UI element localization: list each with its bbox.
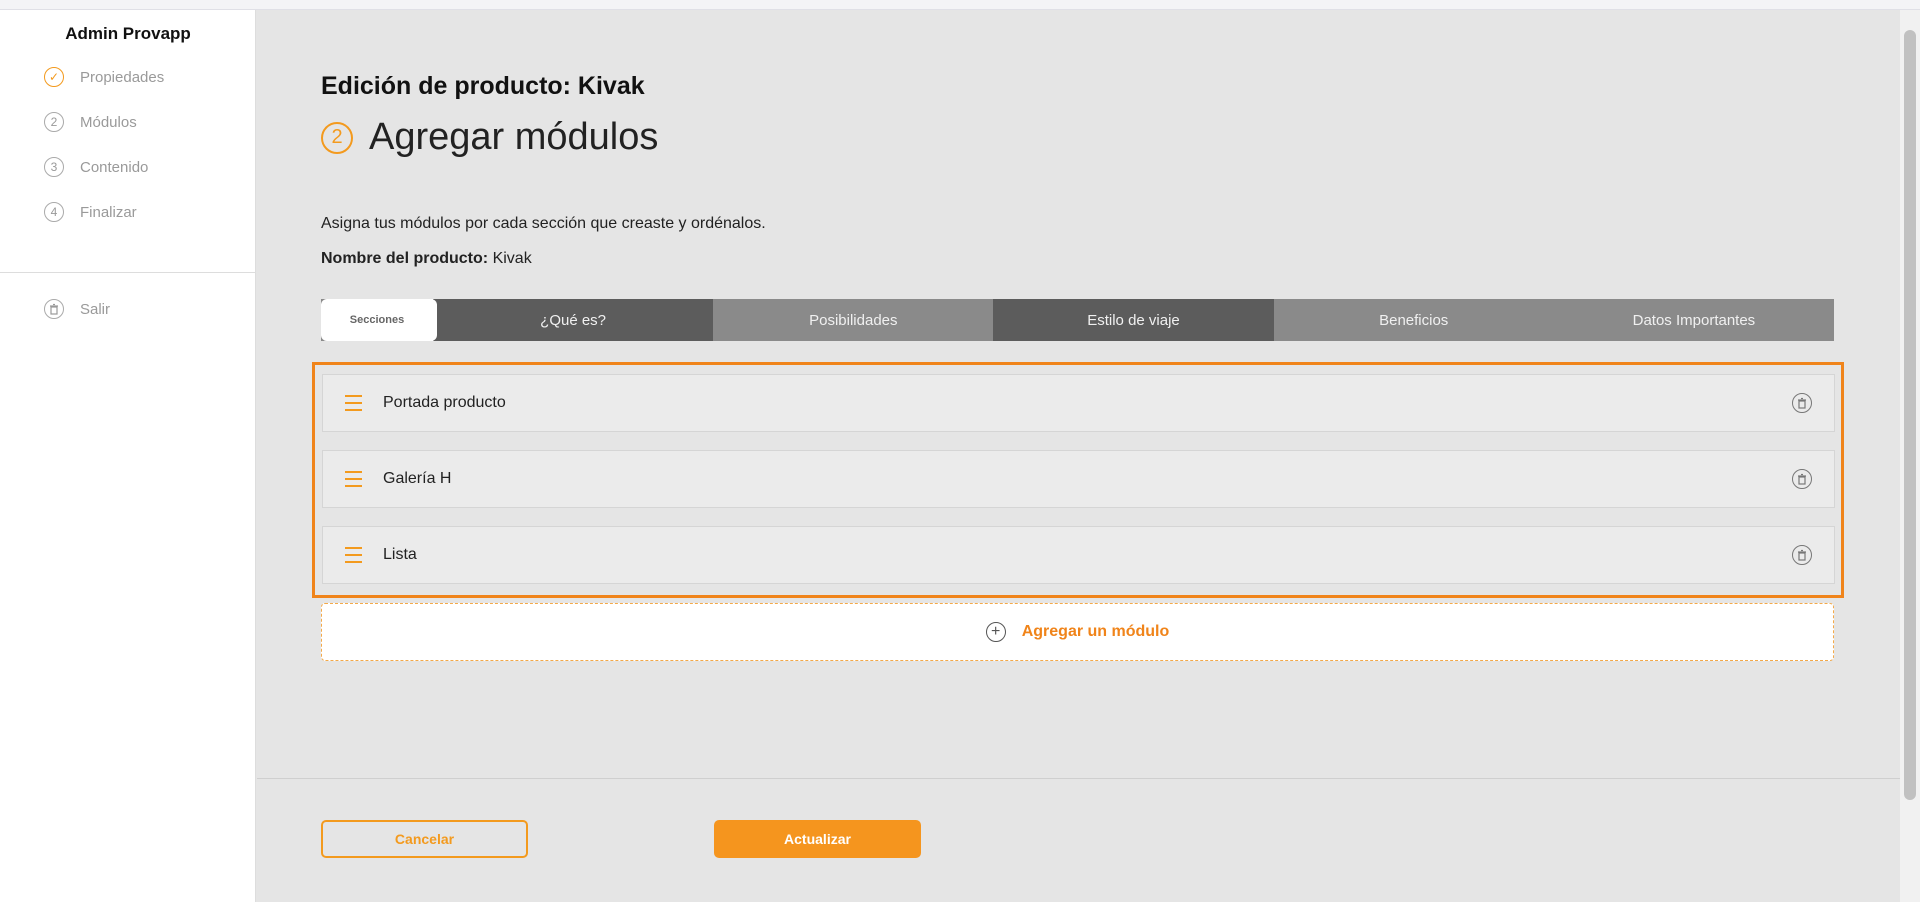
sidebar-item-finalizar[interactable]: 4 Finalizar [44, 200, 137, 224]
product-name: Nombre del producto: Kivak [321, 250, 532, 268]
update-button[interactable]: Actualizar [714, 820, 921, 858]
trash-icon[interactable] [1792, 545, 1812, 565]
trash-icon [44, 299, 64, 319]
sidebar-divider [0, 272, 256, 273]
sidebar-item-label: Contenido [80, 158, 149, 176]
sidebar-item-propiedades[interactable]: ✓ Propiedades [44, 65, 164, 89]
logout-button[interactable]: Salir [44, 297, 110, 321]
add-module-button[interactable]: + Agregar un módulo [321, 603, 1834, 661]
tab-secciones: Secciones [321, 299, 437, 341]
list-item[interactable]: Portada producto [322, 374, 1835, 432]
product-name-value: Kivak [492, 250, 532, 267]
step-title: Agregar módulos [369, 116, 659, 158]
app-title: Admin Provapp [65, 24, 191, 43]
step-number-badge: 2 [321, 121, 353, 154]
trash-icon[interactable] [1792, 469, 1812, 489]
trash-icon[interactable] [1792, 393, 1812, 413]
tab-estilo-de-viaje[interactable]: Estilo de viaje [993, 299, 1274, 341]
sidebar-item-label: Módulos [80, 113, 137, 131]
logout-label: Salir [80, 300, 111, 318]
drag-handle-icon[interactable] [345, 547, 365, 563]
module-label: Portada producto [383, 394, 506, 411]
list-item[interactable]: Galería H [322, 450, 1835, 508]
cancel-button[interactable]: Cancelar [321, 820, 528, 858]
module-label: Lista [383, 546, 417, 563]
section-tabs: Secciones ¿Qué es? Posibilidades Estilo … [321, 299, 1835, 341]
scrollbar-thumb[interactable] [1904, 30, 1916, 800]
page-title: Edición de producto: Kivak [321, 72, 645, 100]
scrollbar[interactable] [1900, 10, 1920, 902]
sidebar-item-contenido[interactable]: 3 Contenido [44, 155, 148, 179]
add-module-label: Agregar un módulo [1021, 623, 1170, 640]
module-label: Galería H [383, 470, 452, 487]
sidebar-item-label: Propiedades [80, 68, 165, 86]
drag-handle-icon[interactable] [345, 471, 365, 487]
sidebar-item-modulos[interactable]: 2 Módulos [44, 110, 137, 134]
description: Asigna tus módulos por cada sección que … [321, 215, 766, 232]
step-3-icon: 3 [44, 157, 64, 177]
tab-posibilidades[interactable]: Posibilidades [713, 299, 994, 341]
sidebar-item-label: Finalizar [80, 203, 137, 221]
top-border [0, 0, 1920, 10]
step-2-icon: 2 [44, 112, 64, 132]
plus-circle-icon: + [985, 622, 1006, 642]
step-4-icon: 4 [44, 202, 64, 222]
check-icon: ✓ [44, 67, 64, 87]
list-item[interactable]: Lista [322, 526, 1835, 584]
tab-datos-importantes[interactable]: Datos Importantes [1553, 299, 1835, 341]
sidebar: Admin Provapp ✓ Propiedades 2 Módulos 3 … [0, 10, 256, 902]
drag-handle-icon[interactable] [345, 395, 365, 411]
step-heading: 2 Agregar módulos [321, 116, 658, 159]
tab-beneficios[interactable]: Beneficios [1273, 299, 1554, 341]
product-name-label: Nombre del producto: [321, 250, 489, 267]
modules-list: Portada producto Galería H Lista [312, 362, 1844, 598]
footer-divider [257, 778, 1900, 779]
tab-secciones-label: Secciones [349, 314, 405, 326]
main-content: Edición de producto: Kivak 2 Agregar mód… [257, 10, 1900, 902]
tab-que-es[interactable]: ¿Qué es? [433, 299, 714, 341]
